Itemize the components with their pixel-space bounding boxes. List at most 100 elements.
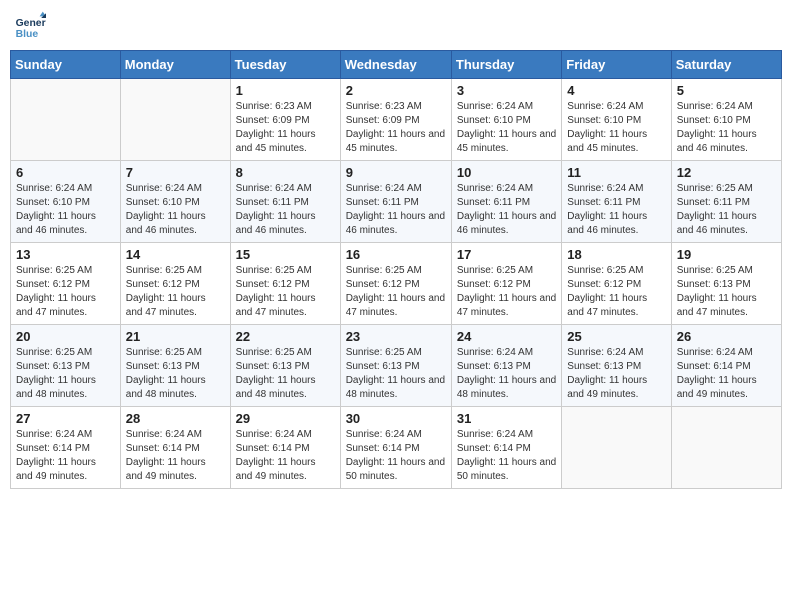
day-number: 1 [236,83,335,98]
table-row: 28 Sunrise: 6:24 AMSunset: 6:14 PMDayligh… [120,407,230,489]
table-row: 16 Sunrise: 6:25 AMSunset: 6:12 PMDayligh… [340,243,451,325]
day-number: 13 [16,247,115,262]
day-info: Sunrise: 6:24 AMSunset: 6:10 PMDaylight:… [16,182,115,238]
day-header-monday: Monday [120,51,230,79]
week-row: 13 Sunrise: 6:25 AMSunset: 6:12 PMDayligh… [11,243,782,325]
day-number: 14 [126,247,225,262]
table-row: 27 Sunrise: 6:24 AMSunset: 6:14 PMDayligh… [11,407,121,489]
day-info: Sunrise: 6:25 AMSunset: 6:13 PMDaylight:… [126,346,225,402]
table-row: 22Sunrise: 6:25 AMSunset: 6:13 PMDayligh… [230,325,340,407]
table-row [11,79,121,161]
day-info: Sunrise: 6:25 AMSunset: 6:12 PMDaylight:… [567,264,665,320]
table-row: 1 Sunrise: 6:23 AMSunset: 6:09 PMDaylight… [230,79,340,161]
day-number: 23 [346,329,446,344]
table-row: 17 Sunrise: 6:25 AMSunset: 6:12 PMDayligh… [451,243,561,325]
day-number: 5 [677,83,776,98]
day-number: 3 [457,83,556,98]
table-row: 11Sunrise: 6:24 AMSunset: 6:11 PMDayligh… [562,161,671,243]
table-row [120,79,230,161]
day-header-tuesday: Tuesday [230,51,340,79]
table-row: 19 Sunrise: 6:25 AMSunset: 6:13 PMDayligh… [671,243,781,325]
logo-icon: General Blue [14,10,46,42]
day-number: 27 [16,411,115,426]
day-info: Sunrise: 6:25 AMSunset: 6:12 PMDaylight:… [346,264,446,320]
table-row: 5 Sunrise: 6:24 AMSunset: 6:10 PMDaylight… [671,79,781,161]
week-row: 27 Sunrise: 6:24 AMSunset: 6:14 PMDayligh… [11,407,782,489]
table-row: 10Sunrise: 6:24 AMSunset: 6:11 PMDayligh… [451,161,561,243]
table-row: 12 Sunrise: 6:25 AMSunset: 6:11 PMDayligh… [671,161,781,243]
day-number: 9 [346,165,446,180]
day-number: 16 [346,247,446,262]
day-number: 18 [567,247,665,262]
day-number: 19 [677,247,776,262]
table-row: 23 Sunrise: 6:25 AMSunset: 6:13 PMDayligh… [340,325,451,407]
day-number: 22 [236,329,335,344]
day-header-sunday: Sunday [11,51,121,79]
table-row: 15Sunrise: 6:25 AMSunset: 6:12 PMDayligh… [230,243,340,325]
week-row: 1 Sunrise: 6:23 AMSunset: 6:09 PMDaylight… [11,79,782,161]
day-number: 28 [126,411,225,426]
table-row: 25 Sunrise: 6:24 AMSunset: 6:13 PMDayligh… [562,325,671,407]
day-info: Sunrise: 6:23 AMSunset: 6:09 PMDaylight:… [236,100,335,156]
day-number: 30 [346,411,446,426]
day-number: 20 [16,329,115,344]
day-info: Sunrise: 6:25 AMSunset: 6:12 PMDaylight:… [457,264,556,320]
svg-text:General: General [16,18,46,29]
day-info: Sunrise: 6:24 AMSunset: 6:10 PMDaylight:… [567,100,665,156]
table-row: 13 Sunrise: 6:25 AMSunset: 6:12 PMDayligh… [11,243,121,325]
day-number: 12 [677,165,776,180]
logo: General Blue [14,10,50,42]
table-row: 2Sunrise: 6:23 AMSunset: 6:09 PMDaylight… [340,79,451,161]
day-number: 26 [677,329,776,344]
day-number: 25 [567,329,665,344]
day-info: Sunrise: 6:25 AMSunset: 6:13 PMDaylight:… [677,264,776,320]
day-info: Sunrise: 6:25 AMSunset: 6:11 PMDaylight:… [677,182,776,238]
day-header-saturday: Saturday [671,51,781,79]
day-info: Sunrise: 6:25 AMSunset: 6:13 PMDaylight:… [16,346,115,402]
day-info: Sunrise: 6:24 AMSunset: 6:11 PMDaylight:… [457,182,556,238]
table-row: 3Sunrise: 6:24 AMSunset: 6:10 PMDaylight… [451,79,561,161]
table-row: 6 Sunrise: 6:24 AMSunset: 6:10 PMDaylight… [11,161,121,243]
calendar: SundayMondayTuesdayWednesdayThursdayFrid… [10,50,782,489]
table-row: 31 Sunrise: 6:24 AMSunset: 6:14 PMDayligh… [451,407,561,489]
day-info: Sunrise: 6:24 AMSunset: 6:14 PMDaylight:… [16,428,115,484]
day-info: Sunrise: 6:24 AMSunset: 6:11 PMDaylight:… [346,182,446,238]
day-info: Sunrise: 6:24 AMSunset: 6:14 PMDaylight:… [346,428,446,484]
day-info: Sunrise: 6:23 AMSunset: 6:09 PMDaylight:… [346,100,446,156]
table-row: 7Sunrise: 6:24 AMSunset: 6:10 PMDaylight… [120,161,230,243]
day-info: Sunrise: 6:24 AMSunset: 6:14 PMDaylight:… [126,428,225,484]
day-number: 17 [457,247,556,262]
day-header-wednesday: Wednesday [340,51,451,79]
table-row: 21 Sunrise: 6:25 AMSunset: 6:13 PMDayligh… [120,325,230,407]
day-header-thursday: Thursday [451,51,561,79]
table-row: 24 Sunrise: 6:24 AMSunset: 6:13 PMDayligh… [451,325,561,407]
day-number: 29 [236,411,335,426]
table-row: 20 Sunrise: 6:25 AMSunset: 6:13 PMDayligh… [11,325,121,407]
table-row: 9 Sunrise: 6:24 AMSunset: 6:11 PMDaylight… [340,161,451,243]
table-row: 26 Sunrise: 6:24 AMSunset: 6:14 PMDayligh… [671,325,781,407]
table-row: 18 Sunrise: 6:25 AMSunset: 6:12 PMDayligh… [562,243,671,325]
table-row [671,407,781,489]
day-info: Sunrise: 6:24 AMSunset: 6:13 PMDaylight:… [457,346,556,402]
svg-text:Blue: Blue [16,29,39,40]
day-number: 4 [567,83,665,98]
table-row: 4 Sunrise: 6:24 AMSunset: 6:10 PMDaylight… [562,79,671,161]
day-info: Sunrise: 6:24 AMSunset: 6:10 PMDaylight:… [677,100,776,156]
day-number: 24 [457,329,556,344]
table-row: 8Sunrise: 6:24 AMSunset: 6:11 PMDaylight… [230,161,340,243]
day-number: 6 [16,165,115,180]
day-info: Sunrise: 6:25 AMSunset: 6:12 PMDaylight:… [16,264,115,320]
day-number: 11 [567,165,665,180]
day-info: Sunrise: 6:24 AMSunset: 6:14 PMDaylight:… [236,428,335,484]
day-info: Sunrise: 6:24 AMSunset: 6:14 PMDaylight:… [677,346,776,402]
day-info: Sunrise: 6:24 AMSunset: 6:14 PMDaylight:… [457,428,556,484]
day-info: Sunrise: 6:25 AMSunset: 6:12 PMDaylight:… [126,264,225,320]
day-number: 7 [126,165,225,180]
day-number: 31 [457,411,556,426]
header: General Blue [10,10,782,42]
day-info: Sunrise: 6:25 AMSunset: 6:13 PMDaylight:… [346,346,446,402]
day-info: Sunrise: 6:24 AMSunset: 6:13 PMDaylight:… [567,346,665,402]
day-number: 15 [236,247,335,262]
day-number: 21 [126,329,225,344]
table-row: 14 Sunrise: 6:25 AMSunset: 6:12 PMDayligh… [120,243,230,325]
